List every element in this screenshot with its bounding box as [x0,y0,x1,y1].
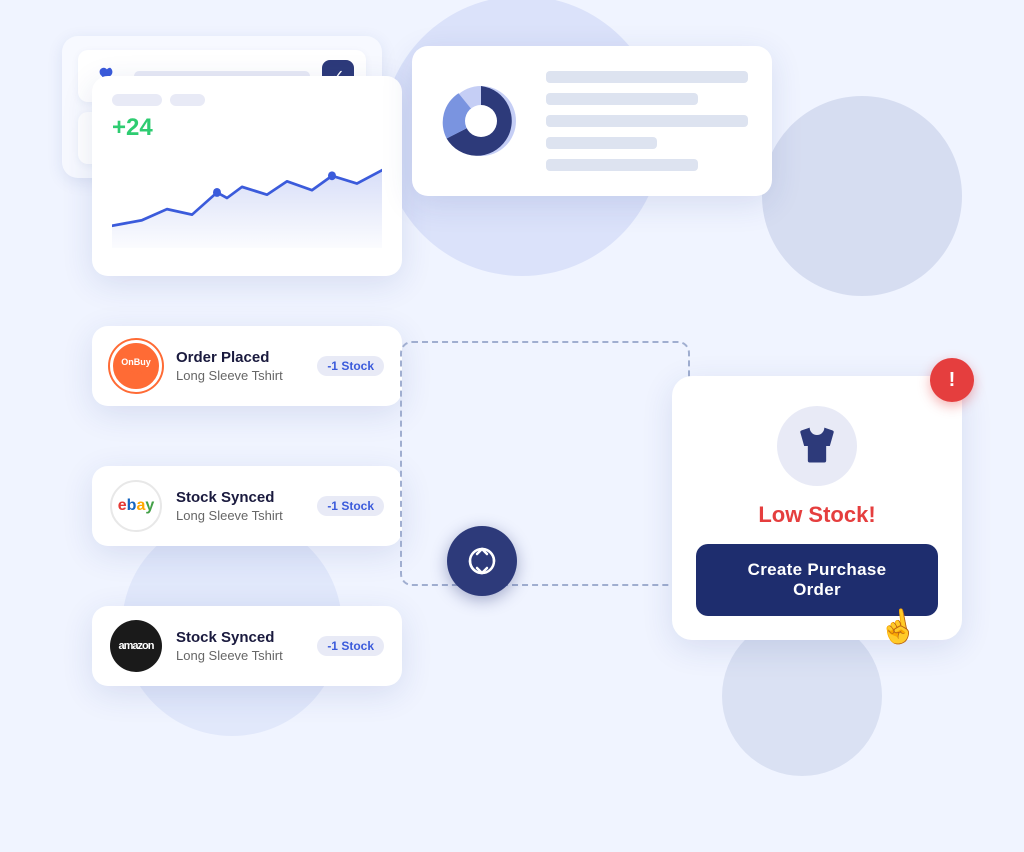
stock-badge-onbuy: -1 Stock [317,356,384,376]
lowstock-card: ! Low Stock! Create Purchase Order ☝ [672,376,962,640]
analytics-line-4 [546,137,657,149]
chart-pill-2 [170,94,205,106]
order-subtitle-ebay: Long Sleeve Tshirt [176,508,303,523]
tshirt-icon-large [777,406,857,486]
order-card-amazon: amazon Stock Synced Long Sleeve Tshirt -… [92,606,402,686]
order-info-amazon: Stock Synced Long Sleeve Tshirt [176,629,303,663]
dashed-connector-box [400,341,690,586]
order-subtitle-amazon: Long Sleeve Tshirt [176,648,303,663]
low-stock-label: Low Stock! [758,502,875,528]
analytics-lines [546,71,748,171]
chart-card: +24 [92,76,402,276]
ebay-logo: ebay [110,480,162,532]
cursor-icon: ☝ [875,605,921,649]
analytics-line-5 [546,159,698,171]
chart-area [112,148,382,248]
analytics-line-1 [546,71,748,83]
onbuy-logo: OnBuy ●●● [110,340,162,392]
analytics-card [412,46,772,196]
analytics-line-2 [546,93,698,105]
bg-blob-4 [722,616,882,776]
order-info-ebay: Stock Synced Long Sleeve Tshirt [176,489,303,523]
order-title-ebay: Stock Synced [176,489,303,506]
stock-badge-ebay: -1 Stock [317,496,384,516]
bg-blob-2 [762,96,962,296]
ebay-logo-text: ebay [118,497,155,515]
sync-icon [447,526,517,596]
chart-pill-1 [112,94,162,106]
order-info-onbuy: Order Placed Long Sleeve Tshirt [176,349,303,383]
main-scene: +24 [62,36,962,816]
chart-value: +24 [112,114,382,142]
order-title-onbuy: Order Placed [176,349,303,366]
analytics-line-3 [546,115,748,127]
order-subtitle-onbuy: Long Sleeve Tshirt [176,368,303,383]
order-title-amazon: Stock Synced [176,629,303,646]
pie-chart [436,76,526,166]
order-card-ebay: ebay Stock Synced Long Sleeve Tshirt -1 … [92,466,402,546]
create-purchase-order-button[interactable]: Create Purchase Order [696,544,938,616]
alert-icon: ! [930,358,974,402]
order-card-onbuy: OnBuy ●●● Order Placed Long Sleeve Tshir… [92,326,402,406]
stock-badge-amazon: -1 Stock [317,636,384,656]
chart-header [112,94,382,106]
amazon-logo: amazon [110,620,162,672]
